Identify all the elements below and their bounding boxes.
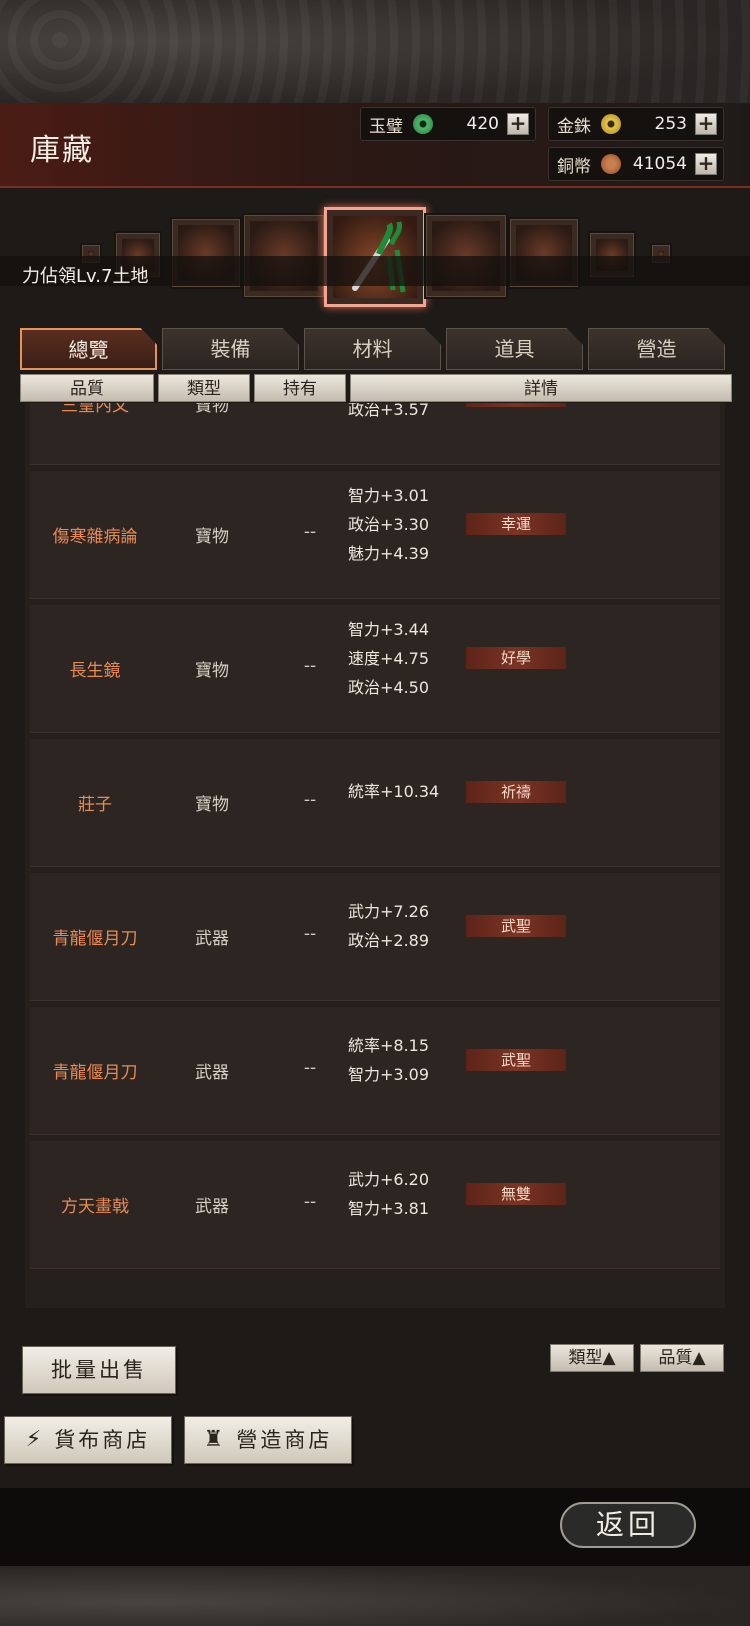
column-held[interactable]: 持有 — [254, 374, 346, 402]
item-type: 寶物 — [195, 403, 229, 416]
gold-coin-icon — [601, 114, 621, 134]
item-stats: 武力+7.26 政治+2.89 — [348, 897, 478, 955]
currency-label: 金銖 — [557, 116, 591, 137]
column-details: 詳情 — [350, 374, 732, 402]
list-item[interactable]: 莊子 寶物 -- 統率+10.34 祈禱 — [30, 739, 720, 867]
currency-value: 253 — [654, 114, 687, 134]
bulk-sell-label: 批量出售 — [51, 1358, 147, 1382]
tower-icon: ♜ — [203, 1427, 227, 1452]
jade-disc-icon — [413, 114, 433, 134]
list-item[interactable]: 傷寒雜病論 寶物 -- 智力+3.01 政治+3.30 魅力+4.39 幸運 — [30, 471, 720, 599]
item-held: -- — [303, 1058, 317, 1078]
item-stats: 智力+3.01 政治+3.30 魅力+4.39 — [348, 481, 478, 568]
list-item[interactable]: 長生鏡 寶物 -- 智力+3.44 速度+4.75 政治+4.50 好學 — [30, 605, 720, 733]
item-stats: 智力+3.44 速度+4.75 政治+4.50 — [348, 615, 478, 702]
tab-items[interactable]: 道具 — [446, 328, 583, 370]
item-stat: 政治+3.30 — [348, 515, 430, 534]
currency-copper: 銅幣 41054 + — [548, 147, 724, 181]
territory-text: 力佔領Lv.7土地 — [22, 266, 149, 287]
currency-shop-label: 貨布商店 — [54, 1428, 151, 1452]
back-button[interactable]: 返回 — [560, 1502, 696, 1548]
item-held: -- — [303, 924, 317, 944]
item-stats: 統率+10.34 — [348, 777, 478, 806]
add-copper-button[interactable]: + — [695, 153, 717, 175]
currency-label: 玉璧 — [369, 116, 403, 137]
item-name: 莊子 — [78, 795, 112, 815]
currency-jade: 玉璧 420 + — [360, 107, 536, 141]
item-stat: 智力+3.81 — [348, 1199, 430, 1218]
item-name: 青龍偃月刀 — [52, 929, 138, 949]
tab-equipment[interactable]: 裝備 — [162, 328, 299, 370]
item-held: -- — [303, 1192, 317, 1212]
item-type: 寶物 — [195, 795, 229, 815]
list-item[interactable]: 青龍偃月刀 武器 -- 統率+8.15 智力+3.09 武聖 — [30, 1007, 720, 1135]
item-stat: 政治+2.89 — [348, 931, 430, 950]
item-held: -- — [303, 790, 317, 810]
item-stat: 政治+4.50 — [348, 678, 430, 697]
item-stat: 政治+3.57 — [348, 403, 430, 419]
item-name: 青龍偃月刀 — [52, 1063, 138, 1083]
item-type: 武器 — [195, 929, 229, 949]
page-title: 庫藏 — [30, 133, 94, 168]
column-quality[interactable]: 品質 — [20, 374, 154, 402]
build-shop-button[interactable]: ♜ 營造商店 — [184, 1416, 352, 1464]
item-type: 寶物 — [195, 661, 229, 681]
item-trait: 祈禱 — [466, 781, 566, 803]
item-stat: 統率+8.15 — [348, 1036, 430, 1055]
item-trait: 好學 — [466, 647, 566, 669]
item-type: 武器 — [195, 1063, 229, 1083]
currency-label: 銅幣 — [557, 156, 591, 177]
item-trait: 學識 — [466, 403, 566, 407]
item-held: -- — [280, 403, 340, 411]
item-trait: 無雙 — [466, 1183, 566, 1205]
item-trait: 武聖 — [466, 1049, 566, 1071]
item-held: -- — [303, 522, 317, 542]
item-type: 寶物 — [195, 527, 229, 547]
item-stat: 魅力+4.39 — [348, 544, 430, 563]
top-decor — [0, 0, 750, 105]
item-stat: 速度+4.75 — [348, 649, 430, 668]
tab-construction[interactable]: 營造 — [588, 328, 725, 370]
build-shop-label: 營造商店 — [236, 1428, 333, 1452]
column-type[interactable]: 類型 — [158, 374, 250, 402]
currency-value: 41054 — [632, 154, 687, 174]
list-item[interactable]: 青龍偃月刀 武器 -- 武力+7.26 政治+2.89 武聖 — [30, 873, 720, 1001]
item-name: 三皇內文 — [61, 403, 129, 416]
currency-value: 420 — [466, 114, 499, 134]
item-held: -- — [303, 656, 317, 676]
list-item[interactable]: 方天畫戟 武器 -- 武力+6.20 智力+3.81 無雙 — [30, 1141, 720, 1269]
item-stat: 統率+10.34 — [348, 782, 440, 801]
item-stats: 統率+8.15 智力+3.09 — [348, 1031, 478, 1089]
sort-quality-button[interactable]: 品質▲ — [640, 1344, 724, 1372]
add-jade-button[interactable]: + — [507, 113, 529, 135]
item-trait: 武聖 — [466, 915, 566, 937]
currency-shop-button[interactable]: ⚡ 貨布商店 — [4, 1416, 172, 1464]
bulk-sell-button[interactable]: 批量出售 — [22, 1346, 176, 1394]
currency-gold: 金銖 253 + — [548, 107, 724, 141]
item-trait: 幸運 — [466, 513, 566, 535]
add-gold-button[interactable]: + — [695, 113, 717, 135]
tab-bar: 總覽 裝備 材料 道具 營造 — [20, 328, 732, 370]
item-carousel[interactable] — [0, 195, 750, 315]
item-name: 方天畫戟 — [61, 1197, 129, 1217]
copper-coin-icon — [601, 154, 621, 174]
item-stat: 武力+6.20 — [348, 1170, 430, 1189]
item-stats: 武力+6.20 智力+3.81 — [348, 1165, 478, 1223]
item-stat: 智力+3.09 — [348, 1065, 430, 1084]
column-headers: 品質 類型 持有 詳情 — [20, 374, 732, 402]
list-item[interactable]: 三皇內文 寶物 -- 政治+3.57 學識 — [30, 403, 720, 465]
tab-materials[interactable]: 材料 — [304, 328, 441, 370]
sort-type-button[interactable]: 類型▲ — [550, 1344, 634, 1372]
item-type: 武器 — [195, 1197, 229, 1217]
lightning-icon: ⚡ — [25, 1427, 45, 1452]
item-list[interactable]: 三皇內文 寶物 -- 政治+3.57 學識 傷寒雜病論 寶物 -- 智力+3.0… — [25, 403, 725, 1308]
item-stats: 政治+3.57 — [348, 403, 478, 424]
item-stat: 武力+7.26 — [348, 902, 430, 921]
item-stat: 智力+3.44 — [348, 620, 430, 639]
item-name: 傷寒雜病論 — [52, 527, 138, 547]
bottom-decor — [0, 1566, 750, 1626]
item-name: 長生鏡 — [69, 661, 121, 681]
tab-overview[interactable]: 總覽 — [20, 328, 157, 370]
item-stat: 智力+3.01 — [348, 486, 430, 505]
